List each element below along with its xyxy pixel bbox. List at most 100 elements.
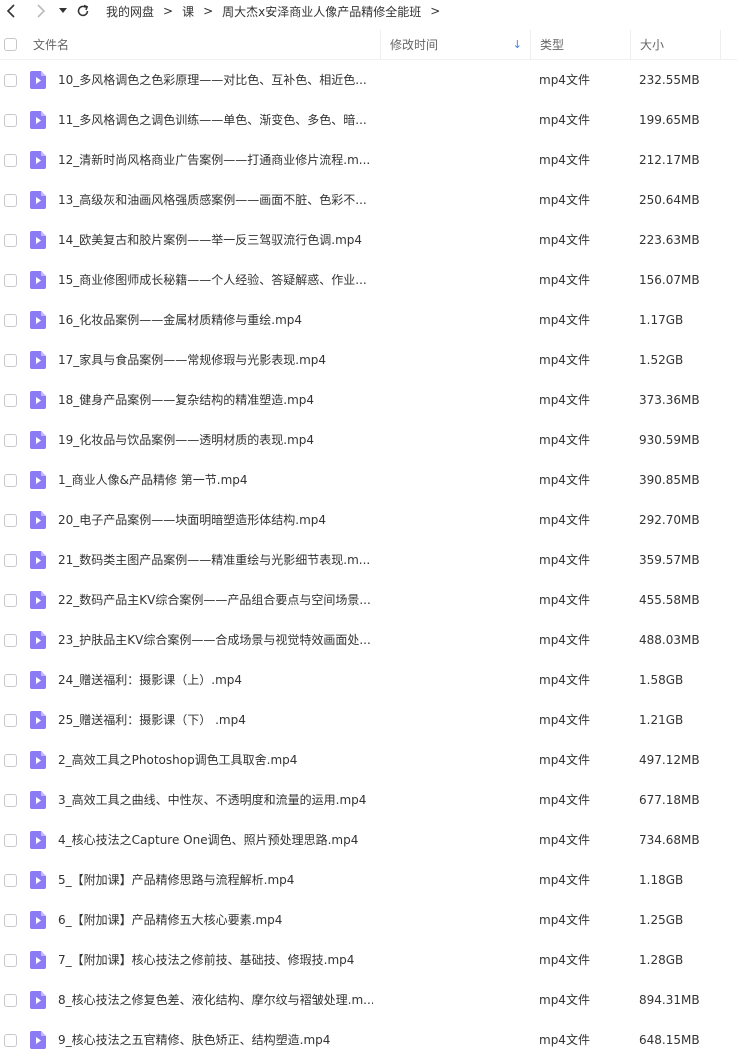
file-type: mp4文件 [539,473,590,487]
breadcrumb-item-course[interactable]: 课 [182,3,194,20]
file-type: mp4文件 [539,233,590,247]
file-row-checkbox[interactable] [4,594,17,607]
file-row-checkbox[interactable] [4,434,17,447]
file-row-checkbox[interactable] [4,874,17,887]
file-row[interactable]: 5_【附加课】产品精修思路与流程解析.mp4 mp4文件 1.18GB [0,860,737,900]
file-row[interactable]: 21_数码类主图产品案例——精准重绘与光影细节表现.m... mp4文件 359.5… [0,540,737,580]
file-row-checkbox[interactable] [4,74,17,87]
file-row[interactable]: 14_欧美复古和胶片案例——举一反三驾驭流行色调.mp4 mp4文件 223.63M… [0,220,737,260]
file-row[interactable]: 16_化妆品案例——金属材质精修与重绘.mp4 mp4文件 1.17GB [0,300,737,340]
file-row-checkbox[interactable] [4,474,17,487]
file-name[interactable]: 1_商业人像&产品精修 第一节.mp4 [58,472,373,488]
breadcrumb-item-my-disk[interactable]: 我的网盘 [106,3,154,20]
history-dropdown-button[interactable] [56,0,70,22]
file-row-checkbox[interactable] [4,514,17,527]
file-row[interactable]: 20_电子产品案例——块面明暗塑造形体结构.mp4 mp4文件 292.70MB [0,500,737,540]
file-row-checkbox[interactable] [4,554,17,567]
select-all-checkbox[interactable] [4,38,17,51]
file-row[interactable]: 12_清新时尚风格商业广告案例——打通商业修片流程.m... mp4文件 212.1… [0,140,737,180]
file-row[interactable]: 19_化妆品与饮品案例——透明材质的表现.mp4 mp4文件 930.59MB [0,420,737,460]
file-row-checkbox[interactable] [4,714,17,727]
column-header-type[interactable]: 类型 [530,29,630,60]
file-type: mp4文件 [539,433,590,447]
file-row[interactable]: 6_【附加课】产品精修五大核心要素.mp4 mp4文件 1.25GB [0,900,737,940]
file-name[interactable]: 16_化妆品案例——金属材质精修与重绘.mp4 [58,312,373,328]
column-header-name[interactable]: 文件名 [33,30,69,60]
file-name[interactable]: 12_清新时尚风格商业广告案例——打通商业修片流程.m... [58,152,373,168]
file-row-checkbox[interactable] [4,674,17,687]
file-name[interactable]: 5_【附加课】产品精修思路与流程解析.mp4 [58,872,373,888]
file-row-checkbox[interactable] [4,1034,17,1047]
file-row[interactable]: 15_商业修图师成长秘籍——个人经验、答疑解惑、作业... mp4文件 156.07… [0,260,737,300]
file-row[interactable]: 1_商业人像&产品精修 第一节.mp4 mp4文件 390.85MB [0,460,737,500]
file-row-checkbox[interactable] [4,834,17,847]
column-header-size[interactable]: 大小 [630,29,720,60]
file-name[interactable]: 19_化妆品与饮品案例——透明材质的表现.mp4 [58,432,373,448]
forward-button[interactable] [30,0,52,22]
file-name[interactable]: 2_高效工具之Photoshop调色工具取舍.mp4 [58,752,373,768]
file-name[interactable]: 8_核心技法之修复色差、液化结构、摩尔纹与褶皱处理.m... [58,992,373,1008]
file-row-checkbox[interactable] [4,994,17,1007]
file-row[interactable]: 17_家具与食品案例——常规修瑕与光影表现.mp4 mp4文件 1.52GB [0,340,737,380]
file-row-checkbox[interactable] [4,154,17,167]
file-name[interactable]: 23_护肤品主KV综合案例——合成场景与视觉特效画面处... [58,632,373,648]
file-name[interactable]: 4_核心技法之Capture One调色、照片预处理思路.mp4 [58,832,373,848]
file-row-checkbox[interactable] [4,394,17,407]
file-name[interactable]: 10_多风格调色之色彩原理——对比色、互补色、相近色... [58,72,373,88]
file-name[interactable]: 24_赠送福利：摄影课（上）.mp4 [58,672,373,688]
file-row-checkbox[interactable] [4,314,17,327]
file-size: 648.15MB [639,1033,700,1047]
file-name[interactable]: 20_电子产品案例——块面明暗塑造形体结构.mp4 [58,512,373,528]
file-name[interactable]: 21_数码类主图产品案例——精准重绘与光影细节表现.m... [58,552,373,568]
file-row[interactable]: 11_多风格调色之调色训练——单色、渐变色、多色、暗... mp4文件 199.65… [0,100,737,140]
file-row[interactable]: 2_高效工具之Photoshop调色工具取舍.mp4 mp4文件 497.12MB [0,740,737,780]
video-file-icon [30,231,46,249]
file-name[interactable]: 9_核心技法之五官精修、肤色矫正、结构塑造.mp4 [58,1032,373,1048]
back-button[interactable] [0,0,22,22]
refresh-button[interactable] [72,0,94,22]
file-row-checkbox[interactable] [4,794,17,807]
file-row[interactable]: 24_赠送福利：摄影课（上）.mp4 mp4文件 1.58GB [0,660,737,700]
file-row-checkbox[interactable] [4,354,17,367]
file-name[interactable]: 6_【附加课】产品精修五大核心要素.mp4 [58,912,373,928]
file-row[interactable]: 8_核心技法之修复色差、液化结构、摩尔纹与褶皱处理.m... mp4文件 894.3… [0,980,737,1020]
file-row-checkbox[interactable] [4,234,17,247]
file-name[interactable]: 7_【附加课】核心技法之修前技、基础技、修瑕技.mp4 [58,952,373,968]
file-row[interactable]: 3_高效工具之曲线、中性灰、不透明度和流量的运用.mp4 mp4文件 677.18M… [0,780,737,820]
file-name[interactable]: 14_欧美复古和胶片案例——举一反三驾驭流行色调.mp4 [58,232,373,248]
file-row-checkbox[interactable] [4,194,17,207]
file-row-checkbox[interactable] [4,114,17,127]
file-row[interactable]: 4_核心技法之Capture One调色、照片预处理思路.mp4 mp4文件 734… [0,820,737,860]
file-name[interactable]: 22_数码产品主KV综合案例——产品组合要点与空间场景... [58,592,373,608]
file-name[interactable]: 3_高效工具之曲线、中性灰、不透明度和流量的运用.mp4 [58,792,373,808]
file-size: 677.18MB [639,793,700,807]
column-header-modified-time-label: 修改时间 [390,38,439,52]
chevron-right-icon [37,4,46,18]
file-row-checkbox[interactable] [4,634,17,647]
file-name[interactable]: 11_多风格调色之调色训练——单色、渐变色、多色、暗... [58,112,373,128]
file-name[interactable]: 13_高级灰和油画风格强质感案例——画面不脏、色彩不... [58,192,373,208]
file-size: 455.58MB [639,593,700,607]
file-name[interactable]: 18_健身产品案例——复杂结构的精准塑造.mp4 [58,392,373,408]
breadcrumb-item-current-folder[interactable]: 周大杰x安泽商业人像产品精修全能班 [222,3,421,20]
file-row[interactable]: 23_护肤品主KV综合案例——合成场景与视觉特效画面处... mp4文件 488.0… [0,620,737,660]
file-row-checkbox[interactable] [4,274,17,287]
file-size: 1.52GB [639,353,684,367]
file-row[interactable]: 13_高级灰和油画风格强质感案例——画面不脏、色彩不... mp4文件 250.64… [0,180,737,220]
dropdown-triangle-icon [59,8,67,13]
file-row[interactable]: 10_多风格调色之色彩原理——对比色、互补色、相近色... mp4文件 232.55… [0,60,737,100]
column-header-modified-time[interactable]: 修改时间 ↓ [380,29,530,60]
file-row[interactable]: 18_健身产品案例——复杂结构的精准塑造.mp4 mp4文件 373.36MB [0,380,737,420]
file-row[interactable]: 22_数码产品主KV综合案例——产品组合要点与空间场景... mp4文件 455.5… [0,580,737,620]
file-name[interactable]: 15_商业修图师成长秘籍——个人经验、答疑解惑、作业... [58,272,373,288]
file-name[interactable]: 17_家具与食品案例——常规修瑕与光影表现.mp4 [58,352,373,368]
file-row-checkbox[interactable] [4,914,17,927]
file-row[interactable]: 9_核心技法之五官精修、肤色矫正、结构塑造.mp4 mp4文件 648.15MB [0,1020,737,1060]
file-name[interactable]: 25_赠送福利：摄影课（下） .mp4 [58,712,373,728]
chevron-left-icon [6,4,15,18]
file-row[interactable]: 7_【附加课】核心技法之修前技、基础技、修瑕技.mp4 mp4文件 1.28GB [0,940,737,980]
file-row[interactable]: 25_赠送福利：摄影课（下） .mp4 mp4文件 1.21GB [0,700,737,740]
file-row-checkbox[interactable] [4,954,17,967]
video-file-icon [30,671,46,689]
file-row-checkbox[interactable] [4,754,17,767]
